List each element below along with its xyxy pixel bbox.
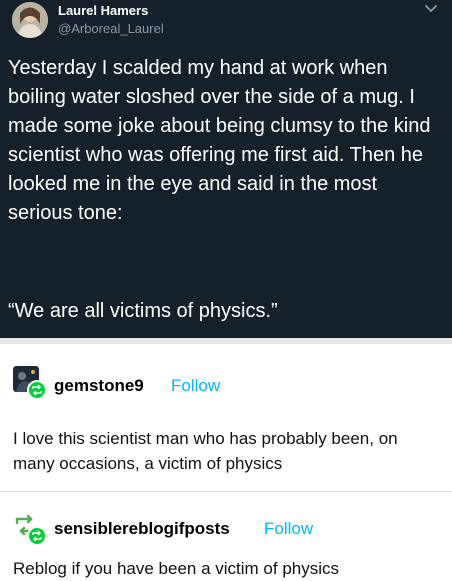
- reblog-post: gemstone9 Follow I love this scientist m…: [0, 344, 452, 492]
- tweet-text: Yesterday I scalded my hand at work when…: [8, 54, 438, 228]
- reblog-badge: [27, 526, 47, 546]
- avatar[interactable]: [12, 2, 48, 38]
- follow-button[interactable]: Follow: [171, 376, 220, 396]
- post-text: Reblog if you have been a victim of phys…: [13, 559, 340, 578]
- post-username[interactable]: gemstone9: [54, 376, 144, 396]
- tweet-author-name[interactable]: Laurel Hamers: [58, 3, 148, 18]
- reblog-icon: [32, 384, 42, 396]
- avatar-photo: [12, 2, 48, 38]
- chevron-down-icon[interactable]: [424, 4, 438, 14]
- tweet-paragraph: Yesterday I scalded my hand at work when…: [8, 57, 431, 224]
- reblog-badge: [27, 380, 47, 400]
- reblog-icon: [32, 530, 42, 542]
- post-text: I love this scientist man who has probab…: [13, 429, 398, 473]
- reblog-post: sensiblereblogifposts Follow Reblog if y…: [0, 492, 452, 581]
- tweet-author-handle[interactable]: @Arboreal_Laurel: [58, 21, 164, 36]
- tweet-quote: “We are all victims of physics.”: [8, 300, 278, 322]
- follow-button[interactable]: Follow: [264, 519, 313, 539]
- tweet-card: Laurel Hamers @Arboreal_Laurel Yesterday…: [0, 0, 452, 338]
- post-username[interactable]: sensiblereblogifposts: [54, 519, 230, 539]
